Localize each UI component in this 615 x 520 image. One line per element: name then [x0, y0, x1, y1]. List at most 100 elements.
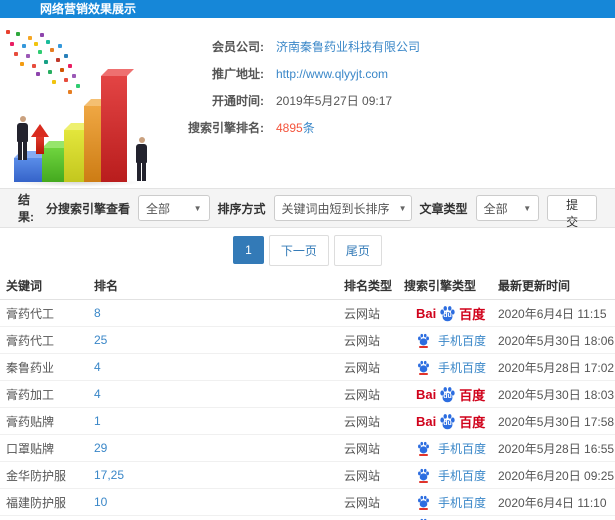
column-header-2: 排名类型: [344, 279, 393, 293]
engine-cell: Bai du 百度: [404, 385, 498, 404]
engine-cell: Bai du 百度: [404, 304, 498, 323]
column-header-4: 最新更新时间: [498, 279, 571, 293]
engine-cell: Bai du 百度: [404, 412, 498, 431]
table-row: [0, 516, 615, 520]
table-row: 膏药代工 25 云网站 手机百度 2020年5月30日 18:06: [0, 327, 615, 354]
baidu-logo: du: [439, 386, 456, 403]
mobile-baidu-icon: [416, 333, 431, 348]
filter-bar: 结果: 分搜索引擎查看 全部 ▼ 排序方式 关键词由短到长排序 ▼ 文章类型 全部 ▼ 提交: [0, 188, 615, 229]
marketing-report-page: 网络营销效果展示 会员公司: 济南秦鲁药业科技有限公司 推广地址: http://ww…: [0, 0, 615, 520]
info-row-label: 开通时间:: [212, 94, 264, 108]
baidu-du-text: du: [443, 311, 452, 319]
update-time-cell: 2020年5月30日 17:58: [498, 414, 615, 429]
filter-controls: 分搜索引擎查看 全部 ▼ 排序方式 关键词由短到长排序 ▼ 文章类型 全部 ▼ 提交: [46, 195, 598, 229]
update-time-cell: 2020年6月20日 09:25: [498, 468, 615, 483]
pagination-button[interactable]: 下一页: [268, 234, 329, 266]
rank-type-cell: 云网站: [344, 495, 381, 510]
keyword-cell: 福建防护服: [6, 495, 67, 510]
rank-type-cell: 云网站: [344, 360, 381, 375]
mobile-icon-underline: [419, 345, 428, 348]
rank-cell[interactable]: 4: [94, 360, 344, 374]
mobile-baidu-label: 手机百度: [438, 441, 487, 456]
column-header-3: 搜索引擎类型: [404, 279, 477, 293]
info-row: 会员公司: 济南秦鲁药业科技有限公司: [168, 38, 420, 56]
company-info: 会员公司: 济南秦鲁药业科技有限公司 推广地址: http://www.qlyyjt.…: [168, 38, 420, 146]
rank-cell[interactable]: 10: [94, 495, 344, 509]
illustration-bar-red: [101, 76, 127, 182]
engine-cell: 手机百度: [404, 467, 498, 484]
engine-cell: 手机百度: [404, 440, 498, 457]
rank-cell[interactable]: 29: [94, 441, 344, 455]
engine-cell: 手机百度: [404, 332, 498, 349]
table-header-row: 关键词 排名 排名类型 搜索引擎类型 最新更新时间: [0, 272, 615, 300]
rank-type-cell: 云网站: [344, 414, 381, 429]
mobile-paw-icon: [418, 333, 429, 345]
pagination-button[interactable]: 尾页: [333, 234, 382, 266]
rank-type-cell: 云网站: [344, 333, 381, 348]
rank-cell[interactable]: 4: [94, 387, 344, 401]
filter-label-2: 文章类型: [419, 201, 468, 216]
rank-count-number: 4895: [276, 121, 303, 135]
mobile-baidu-label: 手机百度: [438, 468, 487, 483]
baidu-logo: du: [439, 413, 456, 430]
rank-cell[interactable]: 1: [94, 414, 344, 428]
rank-type-cell: 云网站: [344, 468, 381, 483]
table-row: 金华防护服 17,25 云网站 手机百度 2020年6月20日 09:25: [0, 462, 615, 489]
filter-select-2[interactable]: 全部 ▼: [475, 195, 540, 221]
table-body: 膏药代工 8 云网站 Bai du 百度 2020年6月4日 11:15 膏药代工 25 云网站手…: [0, 300, 615, 520]
mobile-baidu-icon: [416, 468, 431, 483]
rank-type-cell: 云网站: [344, 306, 381, 321]
rank-type-cell: 云网站: [344, 387, 381, 402]
keyword-cell: 膏药代工: [6, 306, 55, 321]
engine-cell: 手机百度: [404, 359, 498, 376]
bar-chart-illustration: [0, 28, 175, 188]
baidu-logo-text: Bai: [416, 413, 437, 429]
result-label: 结果:: [18, 193, 34, 224]
mobile-icon-underline: [419, 453, 428, 456]
confetti-decoration: [6, 30, 10, 34]
info-row-label: 搜索引擎排名:: [188, 121, 264, 135]
info-row: 开通时间: 2019年5月27日 09:17: [168, 92, 420, 110]
rank-cell[interactable]: 17,25: [94, 468, 344, 482]
header-bar: 网络营销效果展示: [0, 0, 615, 18]
baidu-logo-text: Bai: [416, 305, 437, 321]
select-value: 关键词由短到长排序: [281, 201, 390, 216]
mobile-paw-icon: [418, 495, 429, 507]
filter-select-1[interactable]: 关键词由短到长排序 ▼: [273, 195, 412, 221]
filter-label-1: 排序方式: [217, 201, 266, 216]
info-row-label: 会员公司:: [212, 40, 264, 54]
keyword-cell: 金华防护服: [6, 468, 67, 483]
search-engine-rank-value: 4895条: [276, 119, 315, 137]
info-row: 推广地址: http://www.qlyyjt.com: [168, 65, 420, 83]
mobile-paw-icon: [418, 441, 429, 453]
filter-select-0[interactable]: 全部 ▼: [137, 195, 210, 221]
info-row-link[interactable]: 济南秦鲁药业科技有限公司: [276, 38, 420, 56]
submit-button[interactable]: 提交: [547, 195, 598, 229]
mobile-baidu-label: 手机百度: [438, 333, 487, 348]
keyword-cell: 膏药代工: [6, 333, 55, 348]
rank-cell[interactable]: 25: [94, 333, 344, 347]
table-row: 膏药加工 4 云网站 Bai du 百度 2020年5月30日 18:03: [0, 381, 615, 408]
update-time-cell: 2020年5月30日 18:03: [498, 387, 615, 402]
table-row: 秦鲁药业 4 云网站 手机百度 2020年5月28日 17:02: [0, 354, 615, 381]
baidu-logo-text: Bai: [416, 386, 437, 402]
baidu-logo-cn-text: 百度: [459, 414, 486, 430]
select-value: 全部: [483, 201, 508, 216]
rank-cell[interactable]: 8: [94, 306, 344, 320]
mobile-baidu-label: 手机百度: [438, 495, 487, 510]
mobile-baidu-icon: [416, 360, 431, 375]
table-row: 膏药代工 8 云网站 Bai du 百度 2020年6月4日 11:15: [0, 300, 615, 327]
keyword-cell: 膏药加工: [6, 387, 55, 402]
keyword-cell: 秦鲁药业: [6, 360, 55, 375]
pagination-current-page[interactable]: 1: [233, 236, 264, 264]
mobile-paw-icon: [418, 360, 429, 372]
page-title: 网络营销效果展示: [40, 2, 137, 16]
info-row-link[interactable]: http://www.qlyyjt.com: [276, 65, 388, 83]
table-row: 福建防护服 10 云网站 手机百度 2020年6月4日 11:10: [0, 489, 615, 516]
businessman-figure-left: [17, 116, 28, 160]
info-row-value: 2019年5月27日 09:17: [276, 94, 393, 108]
baidu-du-text: du: [443, 392, 452, 400]
mobile-baidu-icon: [416, 495, 431, 510]
table-row: 膏药贴牌 1 云网站 Bai du 百度 2020年5月30日 17:58: [0, 408, 615, 435]
info-row-label: 推广地址:: [212, 67, 264, 81]
